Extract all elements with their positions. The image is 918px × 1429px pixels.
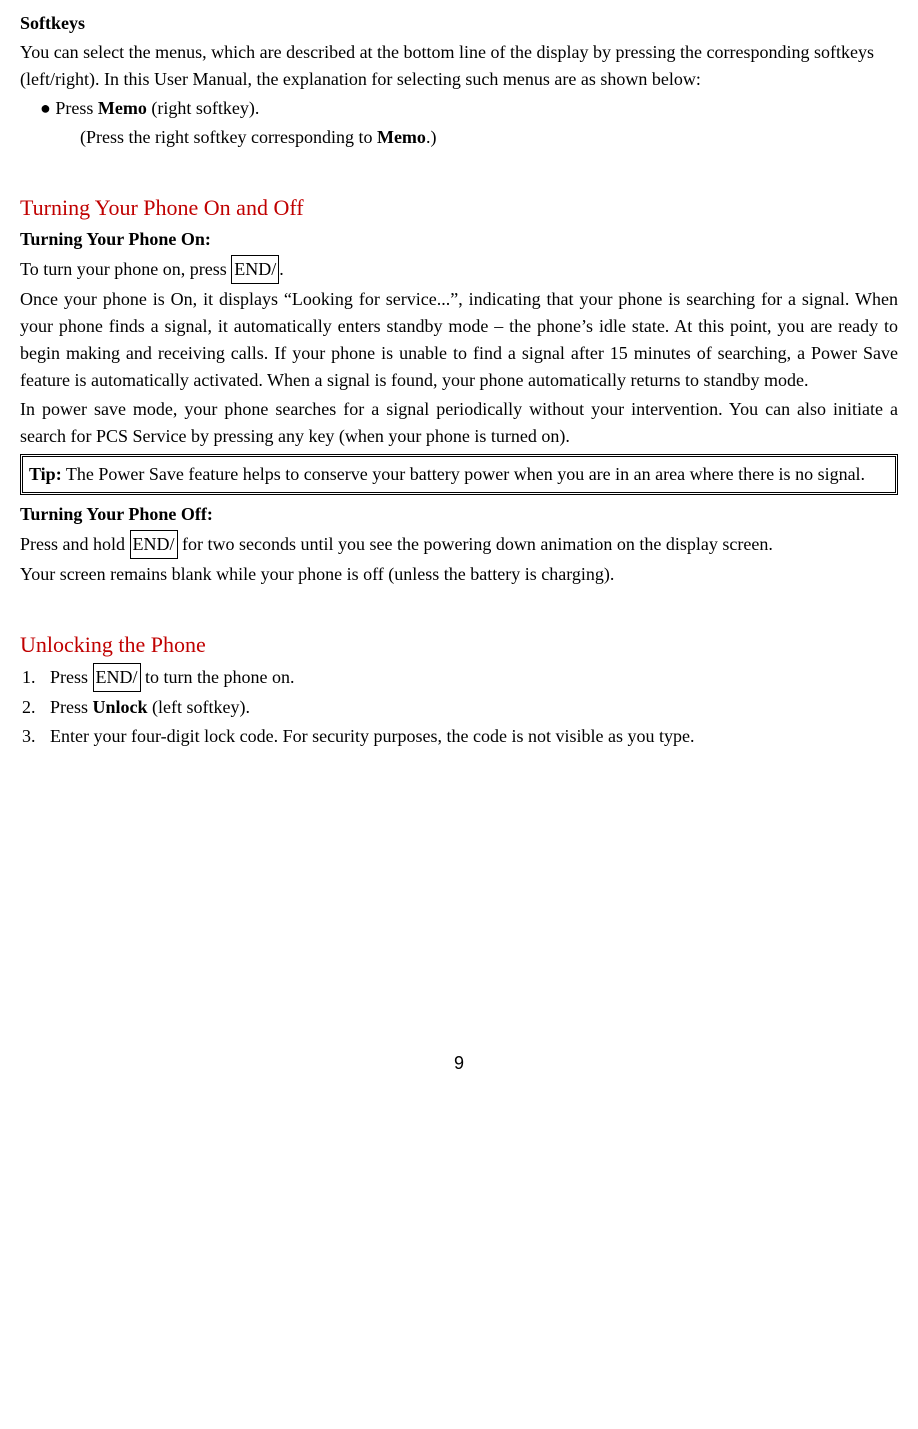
text: To turn your phone on, press bbox=[20, 259, 231, 279]
turning-off-line2: Your screen remains blank while your pho… bbox=[20, 561, 898, 588]
turning-on-para1: Once your phone is On, it displays “Look… bbox=[20, 286, 898, 394]
unlock-step-3: Enter your four-digit lock code. For sec… bbox=[40, 723, 898, 750]
text: for two seconds until you see the poweri… bbox=[178, 534, 773, 554]
end-key: END/ bbox=[93, 663, 141, 692]
text: (right softkey). bbox=[147, 98, 259, 118]
text: (left softkey). bbox=[148, 697, 250, 717]
turning-heading: Turning Your Phone On and Off bbox=[20, 191, 898, 224]
tip-text: The Power Save feature helps to conserve… bbox=[62, 464, 865, 484]
end-key: END/ bbox=[231, 255, 279, 284]
turning-on-heading: Turning Your Phone On: bbox=[20, 226, 898, 253]
text: (Press the right softkey corresponding t… bbox=[80, 127, 377, 147]
turning-on-line1: To turn your phone on, press END/. bbox=[20, 255, 898, 284]
text: Press bbox=[50, 697, 93, 717]
unlock-step-1: Press END/ to turn the phone on. bbox=[40, 663, 898, 692]
softkeys-subline: (Press the right softkey corresponding t… bbox=[20, 124, 898, 151]
text: Press bbox=[50, 667, 93, 687]
text: . bbox=[279, 259, 284, 279]
end-key: END/ bbox=[130, 530, 178, 559]
turning-off-line1: Press and hold END/ for two seconds unti… bbox=[20, 530, 898, 559]
turning-on-para2: In power save mode, your phone searches … bbox=[20, 396, 898, 450]
softkeys-bullet: Press Memo (right softkey). bbox=[40, 95, 898, 122]
tip-box: Tip: The Power Save feature helps to con… bbox=[20, 454, 898, 495]
page-number: 9 bbox=[20, 1050, 898, 1077]
turning-off-heading: Turning Your Phone Off: bbox=[20, 501, 898, 528]
softkeys-heading: Softkeys bbox=[20, 10, 898, 37]
unlock-step-2: Press Unlock (left softkey). bbox=[40, 694, 898, 721]
memo-bold: Memo bbox=[377, 127, 426, 147]
memo-bold: Memo bbox=[98, 98, 147, 118]
text: to turn the phone on. bbox=[141, 667, 295, 687]
unlocking-heading: Unlocking the Phone bbox=[20, 628, 898, 661]
tip-label: Tip: bbox=[29, 464, 62, 484]
text: Press and hold bbox=[20, 534, 130, 554]
text: Press bbox=[55, 98, 98, 118]
softkeys-body: You can select the menus, which are desc… bbox=[20, 39, 898, 93]
text: .) bbox=[426, 127, 437, 147]
unlock-bold: Unlock bbox=[93, 697, 148, 717]
